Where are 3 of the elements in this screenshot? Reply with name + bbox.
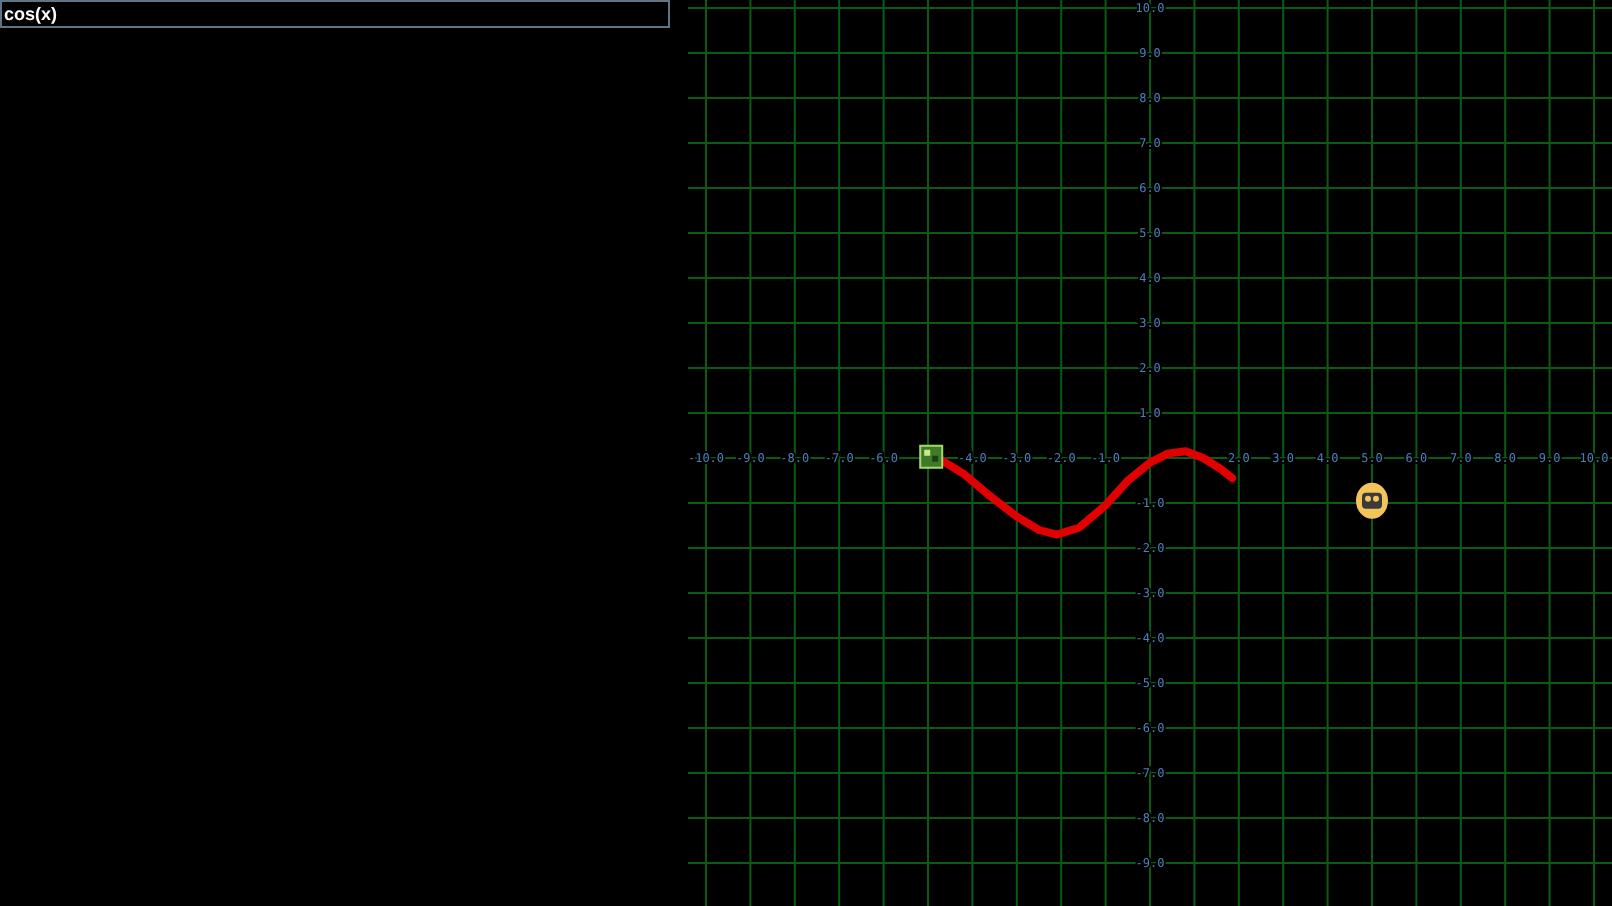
expression-field[interactable]: cos(x) xyxy=(0,0,670,28)
sprite-icon xyxy=(919,444,944,469)
creature-icon xyxy=(1356,482,1388,519)
